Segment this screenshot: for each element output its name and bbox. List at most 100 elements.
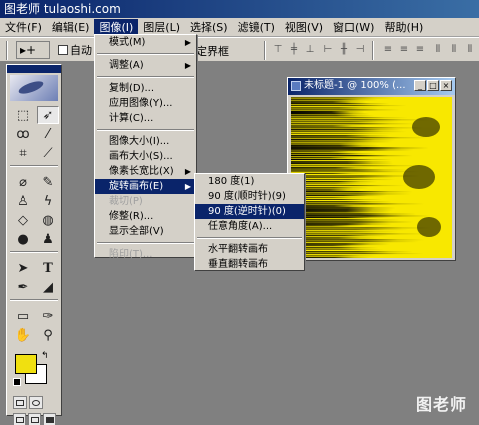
canvas-streak (291, 239, 425, 241)
distribute-middle-icon[interactable]: ≡ (398, 44, 410, 56)
rotate-menu-item[interactable]: 垂直翻转画布 (195, 257, 304, 272)
rotate-menu-item[interactable]: 90 度(逆时针)(0) (195, 204, 304, 219)
distribute-top-icon[interactable]: ≡ (382, 44, 394, 56)
move-tool-icon[interactable]: ➶ (37, 106, 59, 124)
canvas-streak (291, 179, 396, 181)
document-icon (291, 81, 301, 91)
rotate-menu-item-label: 垂直翻转画布 (208, 259, 268, 270)
crop-tool-icon[interactable]: ⌗ (12, 144, 34, 162)
full-screen-mode-button[interactable] (43, 413, 56, 425)
magic-wand-tool-icon[interactable]: ⁄ (37, 125, 59, 143)
close-button[interactable]: × (440, 80, 452, 91)
submenu-arrow-icon: ▶ (184, 38, 191, 47)
dodge-tool-icon[interactable]: ♟ (37, 230, 59, 248)
eyedropper-tool-icon[interactable]: ✑ (37, 307, 59, 325)
canvas-streak (291, 221, 414, 223)
image-menu-item: 裁切(P) (95, 194, 196, 209)
pen-tool-icon[interactable]: ✒ (12, 278, 34, 296)
canvas-streak (291, 103, 390, 105)
image-menu-item[interactable]: 显示全部(V) (95, 224, 196, 239)
menu-filter[interactable]: 滤镜(T) (233, 19, 280, 36)
distribute-center-icon[interactable]: ⦀ (448, 44, 460, 56)
image-menu-item[interactable]: 复制(D)... (95, 81, 196, 96)
full-screen-menu-mode-button[interactable] (28, 413, 41, 425)
image-menu-item[interactable]: 修整(R)... (95, 209, 196, 224)
feather-logo-icon[interactable] (10, 75, 58, 101)
align-center-icon[interactable]: ╫ (338, 44, 350, 56)
document-titlebar[interactable]: 未标题-1 @ 100% (... _ □ × (288, 78, 455, 95)
canvas-streak (291, 117, 408, 119)
align-right-icon[interactable]: ⊣ (354, 44, 366, 56)
menu-select[interactable]: 选择(S) (185, 19, 233, 36)
type-tool-icon[interactable]: T (37, 259, 59, 277)
tool-preset-picker[interactable]: ▸+ (16, 41, 50, 59)
align-bottom-icon[interactable]: ⊥ (304, 44, 316, 56)
canvas-streak (291, 213, 417, 216)
rotate-menu-item[interactable]: 水平翻转画布 (195, 242, 304, 257)
distribute-left-icon[interactable]: ⦀ (432, 44, 444, 56)
eraser-tool-icon[interactable]: ◇ (12, 211, 34, 229)
blur-tool-icon[interactable]: ● (12, 230, 34, 248)
document-canvas[interactable] (291, 97, 452, 258)
menu-layer[interactable]: 图层(L) (138, 19, 185, 36)
canvas-streak (291, 251, 413, 253)
image-menu-item-label: 调整(A) (109, 60, 144, 71)
quick-mask-mode-button[interactable] (29, 396, 43, 409)
menu-file[interactable]: 文件(F) (0, 19, 47, 36)
menu-help[interactable]: 帮助(H) (379, 19, 428, 36)
canvas-streak (291, 195, 387, 197)
lasso-tool-icon[interactable]: ꝏ (12, 125, 34, 143)
image-menu-item[interactable]: 旋转画布(E) ▶ (95, 179, 196, 194)
align-top-icon[interactable]: ⊤ (272, 44, 284, 56)
menu-image[interactable]: 图像(I) (94, 18, 139, 36)
image-menu-item-label: 模式(M) (109, 37, 146, 48)
slice-tool-icon[interactable]: ⟋ (37, 144, 59, 162)
menu-window[interactable]: 窗口(W) (328, 19, 379, 36)
image-menu-item[interactable]: 调整(A) ▶ (95, 58, 196, 73)
align-left-icon[interactable]: ⊢ (322, 44, 334, 56)
canvas-streak (291, 115, 375, 117)
menu-edit[interactable]: 编辑(E) (47, 19, 95, 36)
marquee-tool-icon[interactable]: ⬚ (12, 106, 34, 124)
canvas-streak (291, 215, 431, 217)
rotate-menu-item[interactable]: 任意角度(A)... (195, 219, 304, 234)
default-colors-icon[interactable] (13, 378, 21, 386)
menu-view[interactable]: 视图(V) (280, 19, 328, 36)
shape-tool-icon[interactable]: ◢ (37, 278, 59, 296)
zoom-tool-icon[interactable]: ⚲ (37, 326, 59, 344)
image-menu-item[interactable]: 模式(M) ▶ (95, 35, 196, 50)
rotate-menu-item[interactable]: 180 度(1) (195, 174, 304, 189)
brush-tool-icon[interactable]: ✎ (37, 173, 59, 191)
canvas-streak (291, 165, 424, 167)
canvas-streak (291, 223, 393, 226)
paint-bucket-tool-icon[interactable]: ◍ (37, 211, 59, 229)
maximize-button[interactable]: □ (427, 80, 439, 91)
rotate-menu-item[interactable]: 90 度(顺时针)(9) (195, 189, 304, 204)
distribute-right-icon[interactable]: ⦀ (464, 44, 476, 56)
canvas-streak (291, 169, 408, 171)
distribute-bottom-icon[interactable]: ≡ (414, 44, 426, 56)
standard-screen-mode-button[interactable] (13, 413, 26, 425)
notes-tool-icon[interactable]: ▭ (12, 307, 34, 325)
clone-stamp-tool-icon[interactable]: ♙ (12, 192, 34, 210)
image-menu-item: 陷印(T)... (95, 247, 196, 262)
image-menu-item[interactable]: 计算(C)... (95, 111, 196, 126)
rotate-canvas-submenu: 180 度(1) 90 度(顺时针)(9) 90 度(逆时针)(0) 任意角度(A).… (194, 173, 305, 271)
auto-select-checkbox[interactable] (58, 45, 68, 55)
image-menu-item[interactable]: 应用图像(Y)... (95, 96, 196, 111)
document-title: 未标题-1 @ 100% (... (304, 80, 406, 91)
toolbox-titlebar[interactable] (7, 65, 61, 73)
image-menu-item[interactable]: 画布大小(S)... (95, 149, 196, 164)
align-middle-icon[interactable]: ╪ (288, 44, 300, 56)
image-menu-item[interactable]: 图像大小(I)... (95, 134, 196, 149)
canvas-streak (291, 97, 396, 99)
swap-colors-icon[interactable]: ↰ (41, 351, 49, 361)
healing-brush-tool-icon[interactable]: ⌀ (12, 173, 34, 191)
path-selection-tool-icon[interactable]: ➤ (12, 259, 34, 277)
history-brush-tool-icon[interactable]: ϟ (37, 192, 59, 210)
image-menu-item[interactable]: 像素长宽比(X) ▶ (95, 164, 196, 179)
standard-mode-button[interactable] (13, 396, 27, 409)
minimize-button[interactable]: _ (414, 80, 426, 91)
foreground-color-swatch[interactable] (15, 354, 37, 374)
hand-tool-icon[interactable]: ✋ (12, 326, 34, 344)
